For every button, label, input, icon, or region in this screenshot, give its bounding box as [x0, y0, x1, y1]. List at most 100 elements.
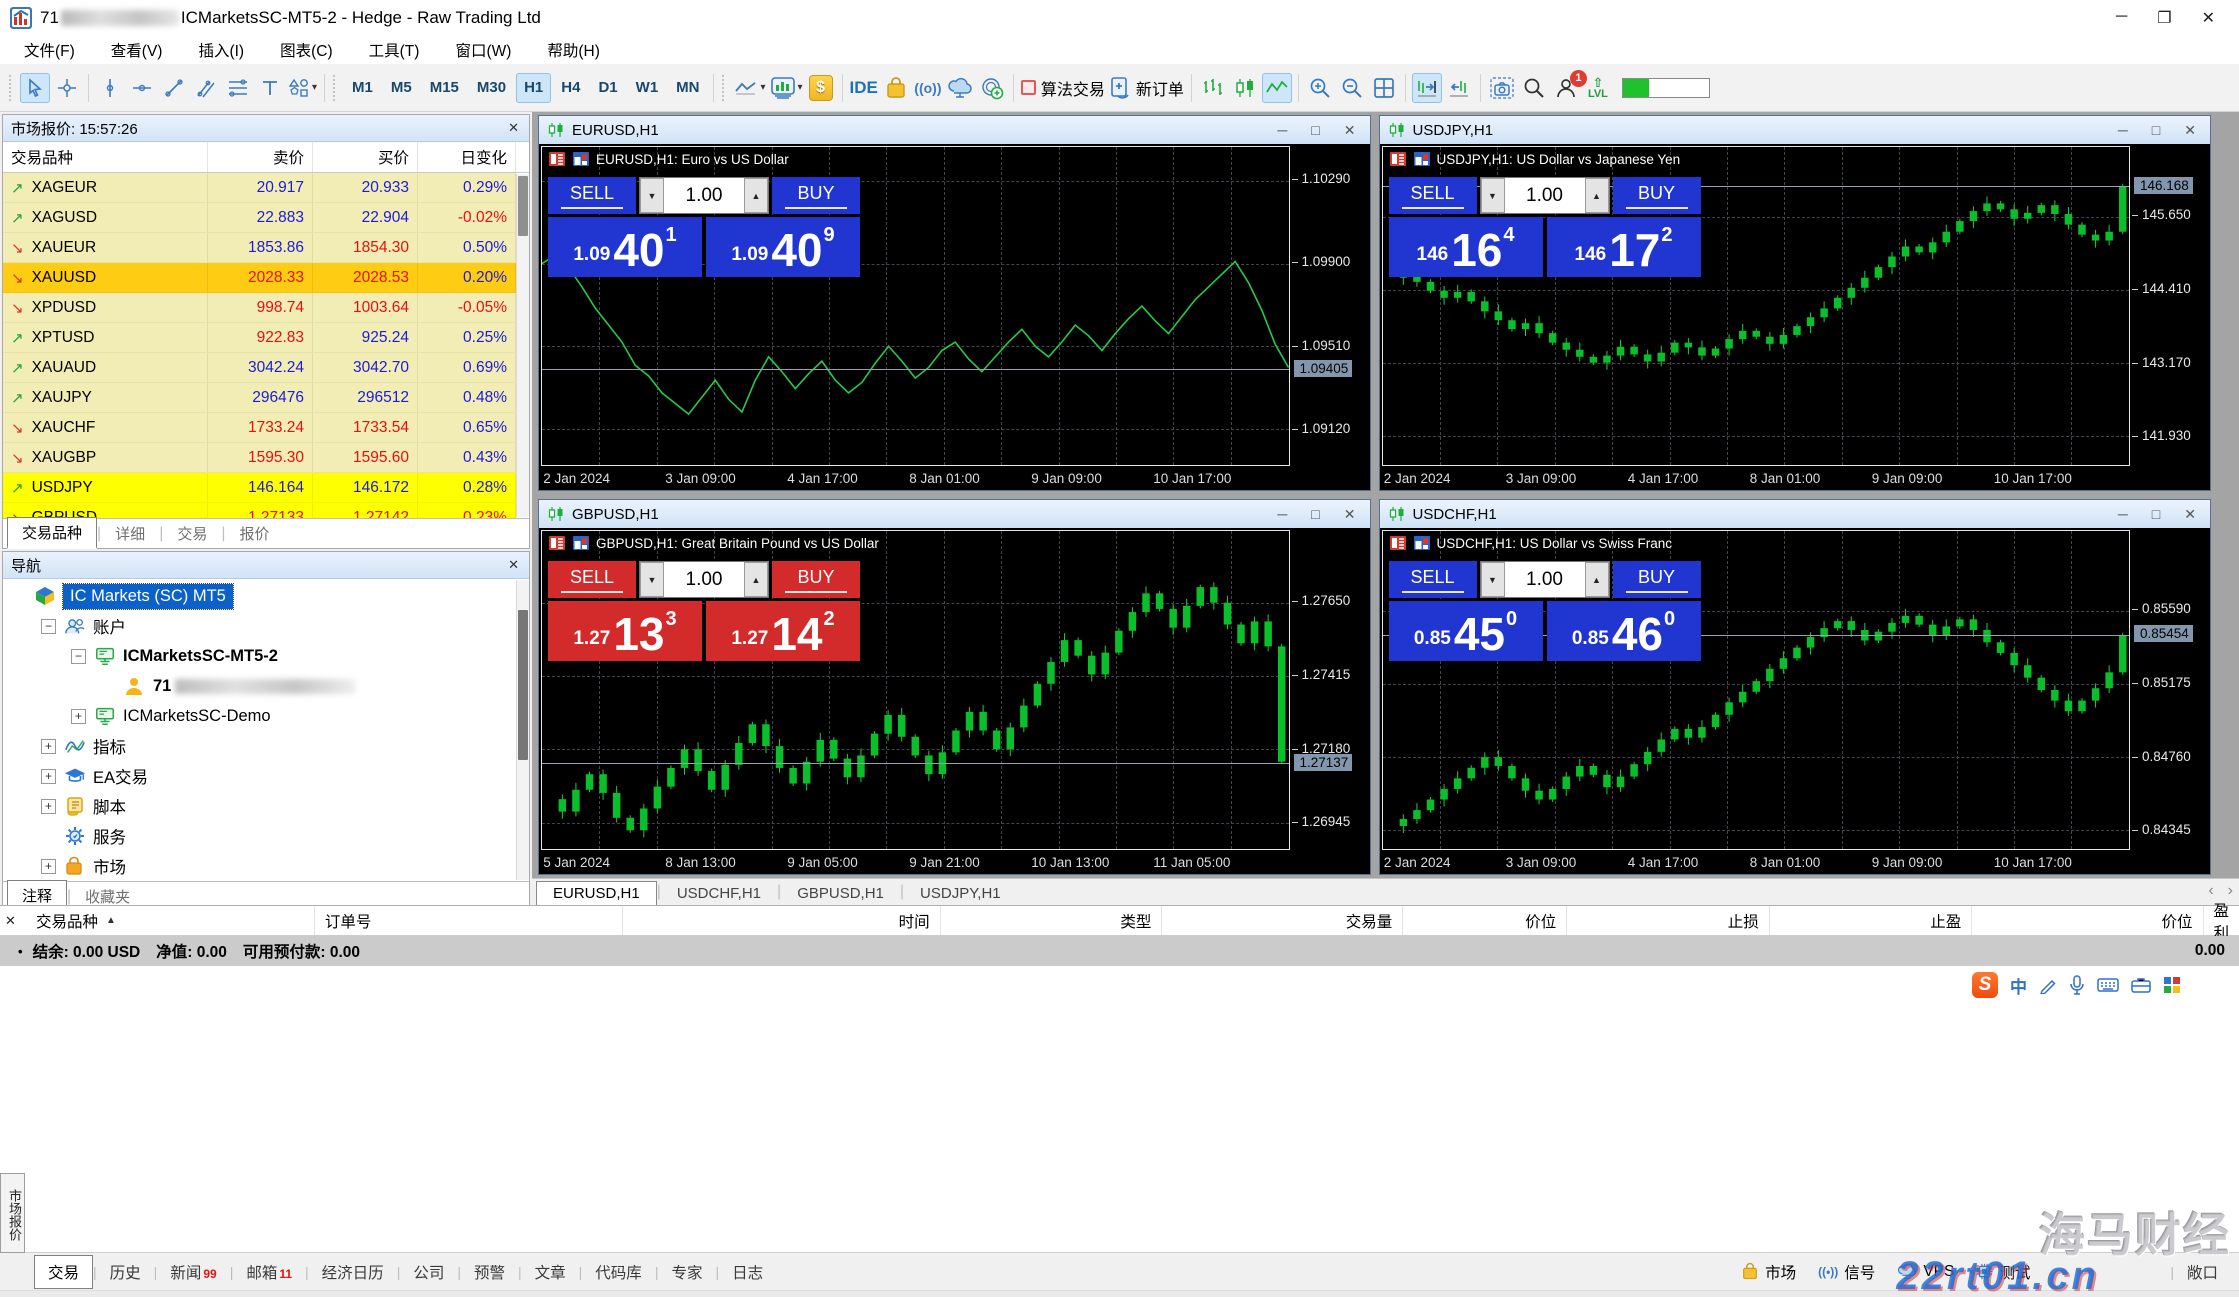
- timeframe-mn-button[interactable]: MN: [668, 73, 707, 103]
- market-watch-row-USDJPY[interactable]: ↗USDJPY146.164146.1720.28%: [3, 473, 516, 503]
- timeframe-w1-button[interactable]: W1: [628, 73, 667, 103]
- levels-button[interactable]: ⇧LVL: [1583, 73, 1613, 103]
- tree-item-3[interactable]: 71: [3, 671, 529, 701]
- auto-scroll-button[interactable]: [1412, 73, 1442, 103]
- chart-plot-area[interactable]: EURUSD,H1: Euro vs US DollarSELL▼1.00▲BU…: [541, 146, 1290, 466]
- bottom-tab-7[interactable]: 预警: [461, 1256, 518, 1288]
- one-click-trading-icon[interactable]: [1413, 151, 1431, 167]
- tree-item-2[interactable]: −ICMarketsSC-MT5-2: [3, 641, 529, 671]
- market-watch-scrollbar[interactable]: [516, 174, 529, 517]
- sell-price[interactable]: 1.09401: [548, 217, 702, 277]
- chart-tab-eurusd[interactable]: EURUSD,H1: [536, 881, 657, 905]
- ide-button[interactable]: IDE: [849, 73, 879, 103]
- one-click-trading-icon[interactable]: [1413, 535, 1431, 551]
- sell-button[interactable]: SELL: [1389, 561, 1477, 598]
- tree-expander[interactable]: +: [41, 799, 56, 814]
- orders-column-4[interactable]: 交易量: [1162, 906, 1403, 935]
- market-watch-row-XAUAUD[interactable]: ↗XAUAUD3042.243042.700.69%: [3, 353, 516, 383]
- depth-of-market-icon[interactable]: [1389, 535, 1407, 551]
- bottom-tab-3[interactable]: 新闻99: [157, 1256, 229, 1288]
- status-测试[interactable]: 测试: [1976, 1261, 2030, 1283]
- market-watch-column-3[interactable]: 日变化: [418, 142, 516, 172]
- minimize-button[interactable]: ─: [1277, 122, 1287, 139]
- bottom-tab-6[interactable]: 公司: [400, 1256, 457, 1288]
- buy-button[interactable]: BUY: [1613, 177, 1701, 214]
- tree-expander[interactable]: −: [41, 619, 56, 634]
- channel-tool-button[interactable]: [191, 73, 221, 103]
- volume-decrease-button[interactable]: ▼: [1481, 562, 1505, 597]
- menu-item-4[interactable]: 工具(T): [351, 36, 438, 64]
- user-account-button[interactable]: 1: [1551, 73, 1581, 103]
- candle-chart-mode-button[interactable]: [1230, 73, 1260, 103]
- text-tool-button[interactable]: [255, 73, 285, 103]
- shapes-tool-button[interactable]: ▾: [287, 73, 318, 103]
- buy-price[interactable]: 146172: [1547, 217, 1701, 277]
- market-watch-tab-3[interactable]: 报价: [226, 519, 284, 548]
- search-button[interactable]: [1519, 73, 1549, 103]
- timeframe-h4-button[interactable]: H4: [553, 73, 588, 103]
- volume-increase-button[interactable]: ▲: [1585, 178, 1609, 213]
- tree-expander[interactable]: +: [41, 769, 56, 784]
- timeframe-d1-button[interactable]: D1: [590, 73, 625, 103]
- orders-column-8[interactable]: 价位: [1972, 906, 2203, 935]
- chart-plot-area[interactable]: GBPUSD,H1: Great Britain Pound vs US Dol…: [541, 530, 1290, 850]
- ime-toolcase-icon[interactable]: [2131, 976, 2151, 994]
- menu-item-0[interactable]: 文件(F): [6, 36, 93, 64]
- depth-of-market-icon[interactable]: [1389, 151, 1407, 167]
- one-click-trading-icon[interactable]: [572, 151, 590, 167]
- chart-plot-area[interactable]: USDJPY,H1: US Dollar vs Japanese YenSELL…: [1382, 146, 2131, 466]
- zoom-in-button[interactable]: [1305, 73, 1335, 103]
- tree-expander[interactable]: −: [71, 649, 86, 664]
- sell-price[interactable]: 0.85450: [1389, 601, 1543, 661]
- tree-item-5[interactable]: +指标: [3, 731, 529, 761]
- menu-item-1[interactable]: 查看(V): [93, 36, 181, 64]
- chart-canvas[interactable]: EURUSD,H1: Euro vs US DollarSELL▼1.00▲BU…: [539, 144, 1370, 490]
- title-bar[interactable]: 71 ICMarketsSC-MT5-2 - Hedge - Raw Tradi…: [0, 0, 2239, 36]
- close-button[interactable]: ✕: [2184, 122, 2196, 139]
- market-watch-column-1[interactable]: 卖价: [208, 142, 313, 172]
- orders-column-7[interactable]: 止盈: [1770, 906, 1972, 935]
- close-button[interactable]: ✕: [1344, 122, 1356, 139]
- line-chart-mode-button[interactable]: [1262, 73, 1292, 103]
- close-button[interactable]: ✕: [2202, 8, 2215, 28]
- close-icon[interactable]: ✕: [506, 557, 521, 573]
- vertical-dock-tab[interactable]: 市场报价: [0, 1173, 25, 1253]
- horizontal-line-tool-button[interactable]: [127, 73, 157, 103]
- volume-increase-button[interactable]: ▲: [744, 562, 768, 597]
- maximize-button[interactable]: □: [2152, 506, 2160, 523]
- tree-item-1[interactable]: −账户: [3, 611, 529, 641]
- timeframe-m1-button[interactable]: M1: [344, 73, 381, 103]
- signals-button[interactable]: ((o)): [913, 73, 943, 103]
- orders-column-0[interactable]: 交易品种▲: [26, 906, 315, 935]
- trendline-tool-button[interactable]: [159, 73, 189, 103]
- tree-item-6[interactable]: +EA交易: [3, 761, 529, 791]
- market-watch-tab-0[interactable]: 交易品种: [7, 517, 97, 549]
- market-watch-row-GBPUSD[interactable]: ↘GBPUSD1.271331.271420.23%: [3, 503, 516, 518]
- minimize-button[interactable]: ─: [2116, 8, 2127, 28]
- tree-expander[interactable]: +: [41, 859, 56, 874]
- chart-window-titlebar[interactable]: EURUSD,H1─□✕: [539, 116, 1370, 144]
- chart-tab-usdjpy[interactable]: USDJPY,H1: [904, 882, 1017, 905]
- bottom-tab-5[interactable]: 经济日历: [309, 1256, 397, 1288]
- market-watch-row-XAUUSD[interactable]: ↘XAUUSD2028.332028.530.20%: [3, 263, 516, 293]
- market-watch-column-0[interactable]: 交易品种: [3, 142, 208, 172]
- buy-button[interactable]: BUY: [772, 177, 860, 214]
- bottom-tab-9[interactable]: 代码库: [582, 1256, 655, 1288]
- buy-price[interactable]: 1.09409: [706, 217, 860, 277]
- minimize-button[interactable]: ─: [1277, 506, 1287, 523]
- ime-grid4-icon[interactable]: [2163, 976, 2181, 994]
- orders-column-1[interactable]: 订单号: [315, 906, 623, 935]
- maximize-button[interactable]: □: [1311, 506, 1319, 523]
- market-watch-row-XAGEUR[interactable]: ↗XAGEUR20.91720.9330.29%: [3, 173, 516, 203]
- buy-price[interactable]: 0.85460: [1547, 601, 1701, 661]
- market-watch-row-XPDUSD[interactable]: ↘XPDUSD998.741003.64-0.05%: [3, 293, 516, 323]
- depth-of-market-icon[interactable]: [548, 151, 566, 167]
- fibonacci-tool-button[interactable]: [223, 73, 253, 103]
- timeframe-m5-button[interactable]: M5: [383, 73, 420, 103]
- orders-column-3[interactable]: 类型: [941, 906, 1163, 935]
- volume-value[interactable]: 1.00: [1505, 178, 1585, 213]
- market-watch-row-XPTUSD[interactable]: ↗XPTUSD922.83925.240.25%: [3, 323, 516, 353]
- tree-item-8[interactable]: 服务: [3, 821, 529, 851]
- chart-plot-area[interactable]: USDCHF,H1: US Dollar vs Swiss FrancSELL▼…: [1382, 530, 2131, 850]
- vertical-line-tool-button[interactable]: [95, 73, 125, 103]
